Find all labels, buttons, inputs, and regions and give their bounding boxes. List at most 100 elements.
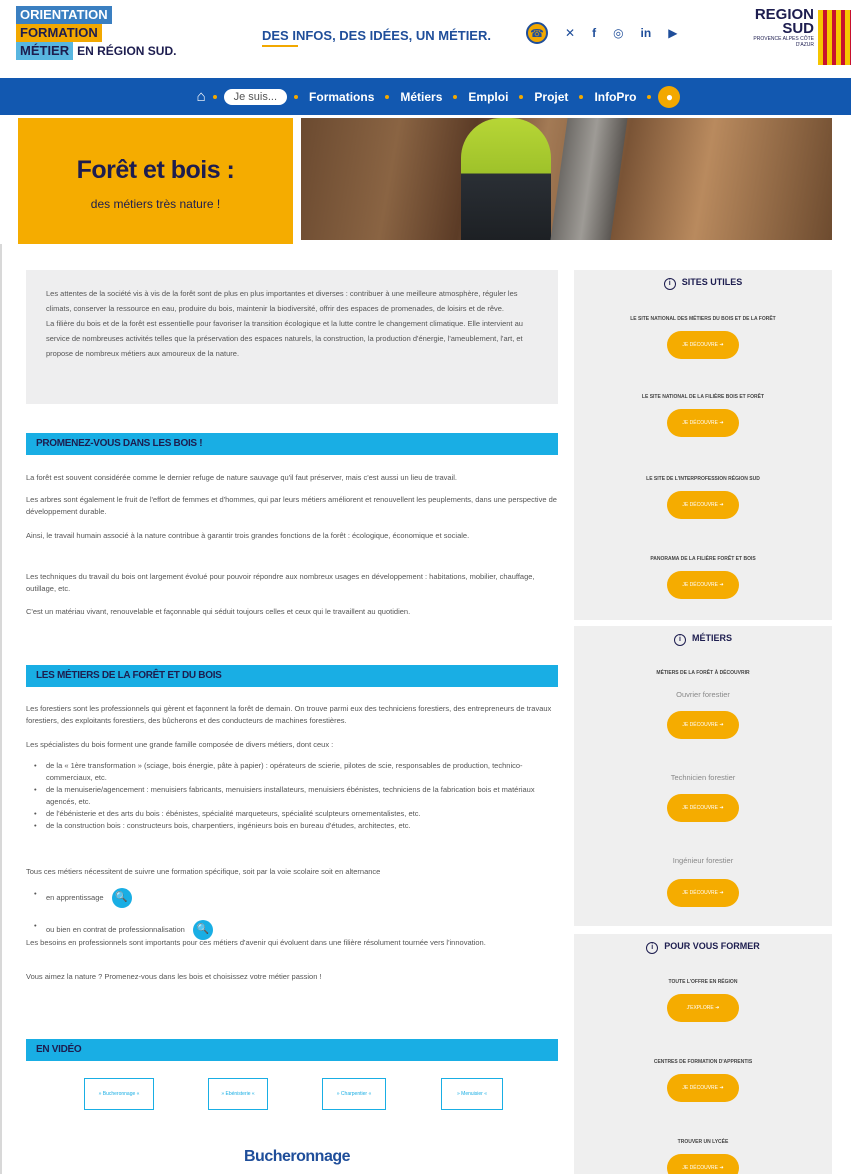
section1-paragraph: La forêt est souvent considérée comme le… bbox=[26, 473, 458, 482]
nav-separator bbox=[647, 94, 652, 99]
discover-button[interactable]: JE DÉCOUVRE ➜ bbox=[667, 879, 739, 907]
sidebar-link-label: LE SITE NATIONAL DE LA FILIÈRE BOIS ET F… bbox=[641, 394, 765, 400]
job-name: Technicien forestier bbox=[670, 773, 736, 782]
metiers-list: de la « 1ère transformation » (sciage, b… bbox=[34, 760, 554, 832]
nav-separator bbox=[212, 94, 217, 99]
sidebar-link-label: MÉTIERS DE LA FORÊT À DÉCOUVRIR bbox=[656, 670, 750, 676]
info-icon: i bbox=[663, 278, 676, 290]
nav-separator bbox=[519, 94, 524, 99]
region-sud-logo[interactable]: REGION SUD PROVENCE ALPES CÔTE D'AZUR bbox=[752, 7, 814, 48]
sidebar-heading: i MÉTIERS bbox=[574, 633, 832, 646]
discover-button[interactable]: JE DÉCOUVRE ➜ bbox=[667, 331, 739, 359]
social-links: ☎ ✕ f ◎ in ▶ bbox=[526, 22, 677, 44]
tagline: DES INFOS, DES IDÉES, UN MÉTIER. bbox=[262, 28, 491, 43]
discover-button[interactable]: JE DÉCOUVRE ➜ bbox=[667, 491, 739, 519]
je-suis-dropdown[interactable]: Je suis... bbox=[223, 88, 288, 105]
facebook-icon[interactable]: f bbox=[592, 26, 596, 40]
hero-title-box: Forêt et bois : des métiers très nature … bbox=[18, 118, 293, 244]
nav-item-formations[interactable]: Formations bbox=[305, 90, 378, 104]
page-title: Forêt et bois : bbox=[76, 156, 235, 184]
sidebar-link-label: PANORAMA DE LA FILIÈRE FORÊT ET BOIS bbox=[650, 556, 756, 562]
info-icon: i bbox=[673, 634, 686, 646]
section2-paragraph: Les spécialistes du bois forment une gra… bbox=[26, 740, 334, 749]
page-left-border bbox=[0, 244, 2, 1174]
section-title-metiers: LES MÉTIERS DE LA FORÊT ET DU BOIS bbox=[26, 665, 558, 687]
logo-region-sud: EN RÉGION SUD. bbox=[77, 44, 177, 58]
list-item: de la menuiserie/agencement : menuisiers… bbox=[34, 784, 554, 808]
header: ORIENTATION FORMATION MÉTIER EN RÉGION SU… bbox=[0, 0, 851, 72]
intro-paragraph-1: Les attentes de la société vis à vis de … bbox=[46, 289, 518, 313]
section2-paragraph: Vous aimez la nature ? Promenez-vous dan… bbox=[26, 972, 322, 981]
linkedin-icon[interactable]: in bbox=[641, 26, 652, 40]
sidebar-link-label: TOUTE L'OFFRE EN RÉGION bbox=[668, 979, 738, 985]
discover-button[interactable]: JE DÉCOUVRE ➜ bbox=[667, 1154, 739, 1174]
search-apprentissage-button[interactable]: 🔍 bbox=[111, 888, 132, 908]
job-name: Ingénieur forestier bbox=[672, 856, 734, 865]
page-subtitle: des métiers très nature ! bbox=[90, 197, 221, 211]
section1-paragraph: C'est un matériau vivant, renouvelable e… bbox=[26, 607, 411, 616]
info-icon: i bbox=[646, 942, 659, 954]
youtube-icon[interactable]: ▶ bbox=[668, 26, 677, 40]
hero-image-person bbox=[461, 118, 551, 240]
sidebar-heading-text: MÉTIERS bbox=[691, 633, 732, 643]
video-title: Bucheronnage bbox=[244, 1148, 351, 1165]
video-tab[interactable]: » Menuisier « bbox=[441, 1078, 503, 1110]
discover-button[interactable]: JE DÉCOUVRE ➜ bbox=[667, 711, 739, 739]
nav-separator bbox=[453, 94, 458, 99]
discover-button[interactable]: JE DÉCOUVRE ➜ bbox=[667, 571, 739, 599]
nav-item-infopro[interactable]: InfoPro bbox=[590, 90, 640, 104]
list-item: en apprentissage 🔍 bbox=[34, 888, 554, 908]
nav-item-emploi[interactable]: Emploi bbox=[464, 90, 512, 104]
sidebar-heading-text: POUR VOUS FORMER bbox=[664, 941, 760, 951]
section2-paragraph: Les besoins en professionnels sont impor… bbox=[26, 938, 486, 947]
region-logo-line2: SUD bbox=[782, 20, 814, 37]
sidebar-link-label: LE SITE DE L'INTERPROFESSION RÉGION SUD bbox=[646, 476, 760, 482]
video-tab[interactable]: » Charpentier « bbox=[322, 1078, 386, 1110]
discover-button[interactable]: JE DÉCOUVRE ➜ bbox=[667, 794, 739, 822]
section-title-promenez: PROMENEZ-VOUS DANS LES BOIS ! bbox=[26, 433, 558, 455]
hero-image-woodcutter bbox=[301, 118, 832, 240]
nav-separator bbox=[579, 94, 584, 99]
sidebar-sites-utiles: i SITES UTILES LE SITE NATIONAL DES MÉTIE… bbox=[574, 270, 832, 620]
nav-separator bbox=[294, 94, 299, 99]
logo-metier: MÉTIER bbox=[16, 42, 74, 60]
video-tabs: » Bucheronnage « » Ebénisterie « » Charp… bbox=[84, 1078, 504, 1110]
sidebar-heading: i POUR VOUS FORMER bbox=[574, 941, 832, 954]
video-tab[interactable]: » Ebénisterie « bbox=[208, 1078, 268, 1110]
video-tab[interactable]: » Bucheronnage « bbox=[84, 1078, 154, 1110]
section1-paragraph: Ainsi, le travail humain associé à la na… bbox=[26, 531, 470, 540]
list-item: de la construction bois : constructeurs … bbox=[34, 820, 554, 832]
logo-formation: FORMATION bbox=[16, 24, 102, 42]
alternance-list: en apprentissage 🔍 ou bien en contrat de … bbox=[34, 888, 554, 940]
intro-box: Les attentes de la société vis à vis de … bbox=[26, 270, 558, 404]
section2-paragraph: Tous ces métiers nécessitent de suivre u… bbox=[26, 867, 381, 876]
job-name: Ouvrier forestier bbox=[676, 690, 730, 699]
professionnalisation-label: ou bien en contrat de professionnalisati… bbox=[46, 924, 185, 934]
sidebar-link-label: LE SITE NATIONAL DES MÉTIERS DU BOIS ET … bbox=[630, 316, 776, 322]
home-icon[interactable]: ⌂ bbox=[197, 88, 206, 105]
instagram-icon[interactable]: ◎ bbox=[613, 26, 623, 40]
logo-orientation: ORIENTATION bbox=[16, 6, 112, 24]
hero-image-trunk bbox=[550, 118, 628, 240]
tagline-underline bbox=[262, 45, 298, 47]
section1-paragraph: Les techniques du travail du bois ont la… bbox=[26, 572, 535, 593]
apprentissage-label: en apprentissage bbox=[46, 892, 104, 902]
user-account-icon[interactable]: ● bbox=[658, 85, 681, 108]
phone-icon[interactable]: ☎ bbox=[526, 22, 548, 44]
main-nav: ⌂ Je suis... Formations Métiers Emploi P… bbox=[0, 78, 851, 115]
discover-button[interactable]: JE DÉCOUVRE ➜ bbox=[667, 1074, 739, 1102]
nav-item-metiers[interactable]: Métiers bbox=[396, 90, 446, 104]
section-title-video: EN VIDÉO bbox=[26, 1039, 558, 1061]
sidebar-link-label: CENTRES DE FORMATION D'APPRENTIS bbox=[653, 1059, 753, 1065]
sidebar-link-label: TROUVER UN LYCÉE bbox=[677, 1139, 729, 1145]
nav-item-projet[interactable]: Projet bbox=[530, 90, 572, 104]
discover-button[interactable]: JE DÉCOUVRE ➜ bbox=[667, 409, 739, 437]
section1-paragraph: Les arbres sont également le fruit de l'… bbox=[26, 495, 557, 516]
region-logo-line3: PROVENCE ALPES CÔTE D'AZUR bbox=[753, 36, 814, 48]
list-item: de l'ébénisterie et des arts du bois : é… bbox=[34, 808, 554, 820]
x-icon[interactable]: ✕ bbox=[565, 26, 575, 40]
sidebar-metiers: i MÉTIERS MÉTIERS DE LA FORÊT À DÉCOUVRIR… bbox=[574, 626, 832, 926]
intro-paragraph-2: La filière du bois et de la forêt est es… bbox=[46, 319, 523, 358]
explore-button[interactable]: J'EXPLORE ➜ bbox=[667, 994, 739, 1022]
site-logo[interactable]: ORIENTATION FORMATION MÉTIER EN RÉGION SU… bbox=[16, 6, 186, 60]
